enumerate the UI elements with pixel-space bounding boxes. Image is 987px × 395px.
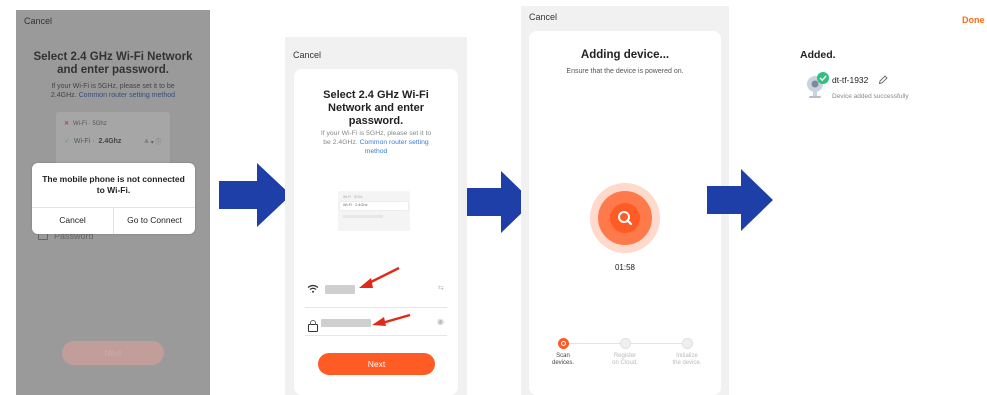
title-line: Select 2.4 GHz Wi-Fi Network — [33, 51, 193, 63]
done-button[interactable]: Done — [962, 15, 985, 25]
step-label: on Cloud. — [612, 360, 638, 366]
lock-wifi-icons: ≜ ▾ ⓘ — [144, 140, 162, 146]
wifi-24g-row: ✓ Wi-Fi · 2.4Ghz — [64, 137, 122, 146]
wifi-24g-label: Wi-Fi · — [73, 137, 95, 145]
step-init-icon — [682, 338, 693, 349]
device-name: dt-tf-1932 — [832, 75, 869, 85]
step-initialize: Initialize the device. — [662, 353, 712, 367]
title-line: Select 2.4 GHz Wi-Fi — [323, 89, 429, 101]
hint-line: If your Wi-Fi is 5GHz, please set it to … — [51, 83, 175, 90]
divider — [305, 335, 447, 336]
camera-device-icon — [807, 72, 829, 98]
dialog-message-line: to Wi-Fi. — [96, 185, 131, 195]
next-button[interactable]: Next — [62, 341, 164, 365]
router-setting-link[interactable]: method — [365, 148, 388, 155]
arrow-right-icon — [707, 169, 773, 231]
device-status: Device added successfully — [832, 93, 909, 100]
dialog-message-line: The mobile phone is not connected — [42, 174, 185, 184]
screen-wifi-credentials: Cancel Select 2.4 GHz Wi-Fi Network and … — [285, 37, 467, 395]
page-title: Added. — [800, 49, 836, 61]
dialog-cancel-button[interactable]: Cancel — [32, 215, 113, 225]
page-title: Select 2.4 GHz Wi-Fi Network and enter p… — [16, 51, 210, 77]
edit-pencil-icon[interactable] — [878, 75, 888, 85]
eye-icon[interactable]: ◉ — [437, 317, 444, 326]
wifi-illustration: ✕ Wi-Fi · 5Ghz ✓ Wi-Fi · 2.4Ghz ≜ ▾ ⓘ — [56, 112, 170, 166]
title-line: and enter password. — [57, 64, 169, 76]
divider — [305, 307, 447, 308]
pointer-arrow-icon — [372, 313, 411, 326]
title-line: Network and enter — [328, 102, 424, 114]
wifi-24g-label: Wi-Fi · 2.4Ghz — [343, 203, 368, 207]
pointer-arrow-icon — [359, 266, 400, 288]
arrow-right-icon — [219, 163, 291, 227]
go-to-connect-button[interactable]: Go to Connect — [114, 215, 195, 225]
countdown-timer: 01:58 — [614, 263, 636, 272]
page-title: Adding device... — [580, 49, 670, 61]
wifi-5g-row: ✕ Wi-Fi · 5Ghz — [64, 120, 107, 128]
hint-line: be 2.4GHz. — [323, 139, 358, 146]
router-setting-link[interactable]: Common router setting method — [79, 92, 176, 99]
wifi-24g-band: 2.4Ghz — [98, 137, 122, 145]
search-progress-icon — [590, 183, 660, 253]
page-title: Select 2.4 GHz Wi-Fi Network and enter p… — [294, 89, 458, 128]
dialog-message: The mobile phone is not connected to Wi-… — [32, 174, 195, 196]
step-label: the device. — [672, 360, 702, 366]
password-input[interactable] — [321, 319, 371, 327]
step-scan: Scan devices. — [538, 353, 588, 367]
router-setting-link[interactable]: Common router setting — [360, 139, 429, 146]
step-cloud-icon — [620, 338, 631, 349]
step-label: Register — [613, 353, 637, 359]
next-button[interactable]: Next — [318, 353, 435, 375]
wifi-illustration: Wi-Fi · 5Ghz Wi-Fi · 2.4Ghz — [338, 191, 410, 231]
band-hint: If your Wi-Fi is 5GHz, please set it to … — [16, 82, 210, 100]
step-register: Register on Cloud. — [600, 353, 650, 367]
cancel-link[interactable]: Cancel — [529, 12, 557, 22]
band-hint: If your Wi-Fi is 5GHz, please set it to … — [294, 129, 458, 156]
step-label: Initialize — [676, 353, 698, 359]
cancel-link[interactable]: Cancel — [293, 50, 321, 60]
cross-icon: ✕ — [64, 121, 70, 127]
check-icon: ✓ — [64, 138, 70, 145]
title-line: password. — [348, 115, 404, 127]
step-label: Scan — [556, 353, 570, 359]
hint-line: If your Wi-Fi is 5GHz, please set it to — [320, 130, 432, 137]
wifi-5g-label: Wi-Fi · 5Ghz — [73, 120, 107, 127]
screen-adding-device: Cancel Adding device... Ensure that the … — [521, 6, 729, 395]
wifi-5g-label: Wi-Fi · 5Ghz — [343, 195, 363, 199]
step-scan-icon — [558, 338, 569, 349]
page-subtitle: Ensure that the device is powered on. — [566, 68, 684, 75]
hint-line: 2.4GHz. — [50, 92, 77, 99]
wifi-name-input[interactable] — [325, 285, 355, 294]
cancel-link[interactable]: Cancel — [24, 16, 52, 26]
step-label: devices. — [551, 360, 574, 366]
wifi-icon — [307, 284, 319, 293]
password-placeholder-bar — [343, 215, 383, 218]
wifi-24g-row: Wi-Fi · 2.4Ghz — [340, 202, 408, 210]
switch-wifi-icon[interactable]: ⇆ — [438, 284, 444, 292]
not-connected-dialog: The mobile phone is not connected to Wi-… — [32, 163, 195, 234]
